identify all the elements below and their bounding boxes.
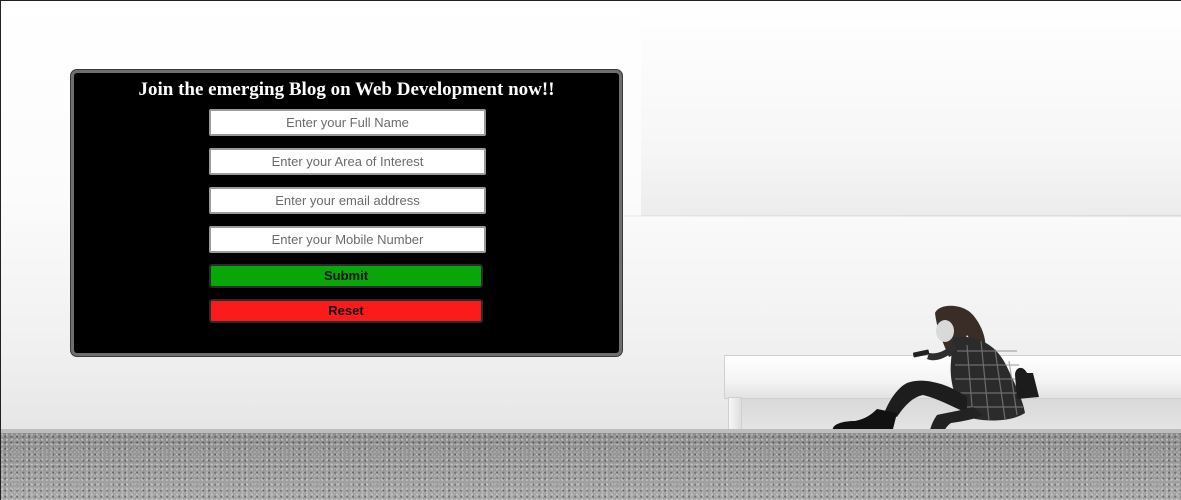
floor (1, 433, 1181, 500)
signup-form-panel: Join the emerging Blog on Web Developmen… (71, 70, 622, 356)
email-input[interactable] (209, 187, 486, 214)
submit-button[interactable]: Submit (209, 264, 483, 288)
wall-shading (641, 1, 1181, 216)
full-name-input[interactable] (209, 109, 486, 136)
reset-button[interactable]: Reset (209, 299, 483, 323)
form-title: Join the emerging Blog on Web Developmen… (138, 79, 555, 100)
page-background: Join the emerging Blog on Web Developmen… (0, 0, 1181, 500)
area-of-interest-input[interactable] (209, 148, 486, 175)
mobile-number-input[interactable] (209, 226, 486, 253)
